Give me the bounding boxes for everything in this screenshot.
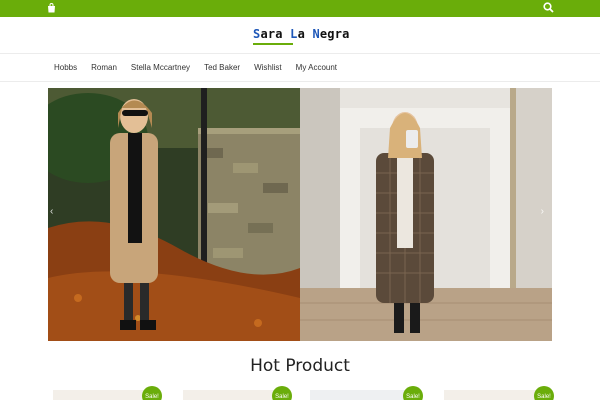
- sale-badge: Sale!: [403, 386, 423, 400]
- product-card[interactable]: [444, 390, 544, 400]
- section-title: Hot Product: [250, 356, 350, 376]
- sale-badge: Sale!: [272, 386, 292, 400]
- logo-letter: N: [312, 27, 320, 41]
- nav-item-wishlist[interactable]: Wishlist: [254, 63, 282, 72]
- site-logo[interactable]: Sara La Negra: [253, 27, 350, 45]
- hero-slider[interactable]: ‹ ›: [48, 88, 552, 341]
- sale-badge: Sale!: [534, 386, 554, 400]
- search-icon[interactable]: [543, 2, 554, 13]
- nav-item-my-account[interactable]: My Account: [296, 63, 337, 72]
- product-card[interactable]: [310, 390, 410, 400]
- nav-item-ted-baker[interactable]: Ted Baker: [204, 63, 240, 72]
- logo-text: a: [297, 27, 313, 41]
- sale-badge: Sale!: [142, 386, 162, 400]
- nav-item-roman[interactable]: Roman: [91, 63, 117, 72]
- logo-underline: [253, 43, 293, 45]
- product-card[interactable]: [183, 390, 283, 400]
- logo-text: ara: [260, 27, 291, 41]
- slide-photo-camel-coat: [48, 88, 300, 341]
- product-grid: Sale! Sale! Sale! Sale!: [0, 386, 600, 400]
- nav-item-stella-mccartney[interactable]: Stella Mccartney: [131, 63, 190, 72]
- product-card[interactable]: [53, 390, 153, 400]
- chevron-left-icon[interactable]: ‹: [50, 206, 53, 217]
- top-bar: [0, 0, 600, 17]
- chevron-right-icon[interactable]: ›: [541, 206, 544, 217]
- nav-item-hobbs[interactable]: Hobbs: [54, 63, 77, 72]
- logo-text: egra: [319, 27, 350, 41]
- site-header: Sara La Negra: [0, 17, 600, 54]
- logo-letter: L: [290, 27, 298, 41]
- shopping-bag-icon[interactable]: [47, 3, 56, 13]
- slide-photo-check-coat: [300, 88, 552, 341]
- main-navigation: Hobbs Roman Stella Mccartney Ted Baker W…: [0, 55, 600, 82]
